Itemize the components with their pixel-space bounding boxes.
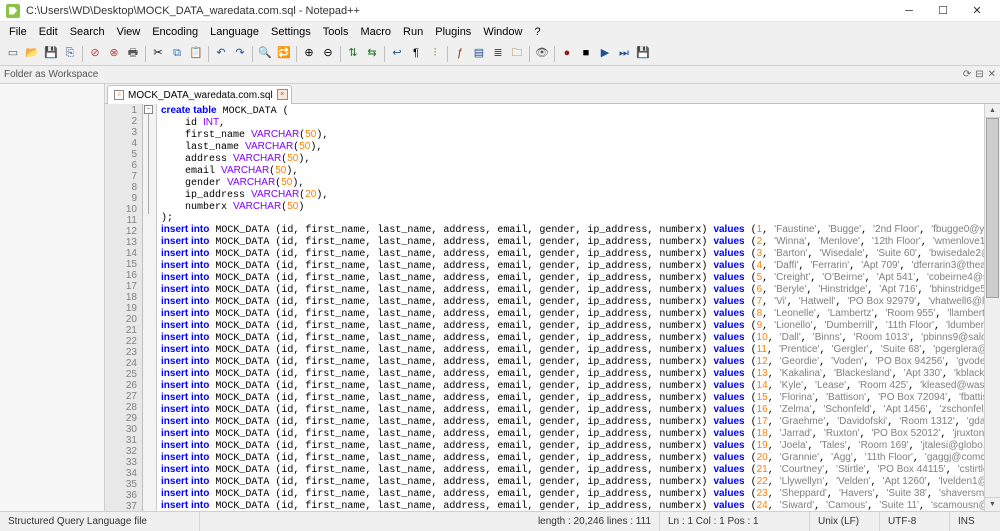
all-chars-icon[interactable]: ¶ [407,45,425,63]
status-caret: Ln : 1 Col : 1 Pos : 1 [660,512,810,531]
menu-file[interactable]: File [4,24,32,40]
lang-icon[interactable]: ƒ [451,45,469,63]
sync-v-icon[interactable]: ⇅ [344,45,362,63]
tab-bar: ≡ MOCK_DATA_waredata.com.sql × [105,84,1000,104]
menu-search[interactable]: Search [65,24,110,40]
workspace-reload-icon[interactable]: ⟳ [963,69,971,80]
copy-icon[interactable]: ⧉ [168,45,186,63]
editor[interactable]: 1234567891011121314151617181920212223242… [105,104,1000,511]
app-icon [6,4,20,18]
status-bar: Structured Query Language file length : … [0,511,1000,531]
scroll-up-icon[interactable]: ▲ [985,104,1000,118]
maximize-button[interactable]: ☐ [926,0,960,22]
open-icon[interactable]: 📂 [23,45,41,63]
scroll-down-icon[interactable]: ▼ [985,497,1000,511]
zoom-in-icon[interactable]: ⊕ [300,45,318,63]
zoom-out-icon[interactable]: ⊖ [319,45,337,63]
play-icon[interactable]: ▶ [596,45,614,63]
menu-encoding[interactable]: Encoding [147,24,203,40]
file-icon: ≡ [114,90,124,100]
new-file-icon[interactable]: ▭ [4,45,22,63]
fold-box-icon[interactable]: − [144,105,153,114]
scrollbar-thumb[interactable] [986,118,999,298]
stop-icon[interactable]: ■ [577,45,595,63]
workspace-sidebar[interactable] [0,84,105,511]
menu-tools[interactable]: Tools [318,24,354,40]
close-all-icon[interactable]: ⊗ [105,45,123,63]
save-all-icon[interactable]: ⎘ [61,45,79,63]
undo-icon[interactable]: ↶ [212,45,230,63]
func-list-icon[interactable]: ≣ [489,45,507,63]
status-encoding[interactable]: UTF-8 [880,512,950,531]
menu-?[interactable]: ? [529,24,545,40]
menu-window[interactable]: Window [478,24,527,40]
play-multi-icon[interactable]: ⏭ [615,45,633,63]
minimize-button[interactable]: ─ [892,0,926,22]
status-lang: Structured Query Language file [0,512,200,531]
wrap-icon[interactable]: ↩ [388,45,406,63]
monitor-icon[interactable]: 👁 [533,45,551,63]
redo-icon[interactable]: ↷ [231,45,249,63]
close-icon[interactable]: ⊘ [86,45,104,63]
title-bar: C:\Users\WD\Desktop\MOCK_DATA_waredata.c… [0,0,1000,22]
status-length: length : 20,246 lines : 111 [530,512,660,531]
menu-language[interactable]: Language [205,24,264,40]
save-macro-icon[interactable]: 💾 [634,45,652,63]
cut-icon[interactable]: ✂ [149,45,167,63]
menu-plugins[interactable]: Plugins [430,24,476,40]
workspace-close-icon[interactable]: ✕ [988,69,996,80]
print-icon[interactable]: 🖶 [124,45,142,63]
menu-macro[interactable]: Macro [355,24,396,40]
doc-map-icon[interactable]: ▤ [470,45,488,63]
paste-icon[interactable]: 📋 [187,45,205,63]
menu-edit[interactable]: Edit [34,24,63,40]
menu-run[interactable]: Run [398,24,428,40]
workspace-collapse-icon[interactable]: ⊟ [975,69,983,80]
menu-settings[interactable]: Settings [266,24,316,40]
fold-line [148,114,149,214]
window-title: C:\Users\WD\Desktop\MOCK_DATA_waredata.c… [26,5,892,17]
code-area[interactable]: create table MOCK_DATA ( id INT, first_n… [157,104,984,511]
tab-close-icon[interactable]: × [277,89,288,100]
menu-view[interactable]: View [112,24,146,40]
sync-h-icon[interactable]: ⇆ [363,45,381,63]
tab-label: MOCK_DATA_waredata.com.sql [128,90,273,101]
save-icon[interactable]: 💾 [42,45,60,63]
workspace-header: Folder as Workspace ⟳ ⊟ ✕ [0,66,1000,84]
workspace-label: Folder as Workspace [4,69,98,80]
status-eol[interactable]: Unix (LF) [810,512,880,531]
close-button[interactable]: ✕ [960,0,994,22]
fold-margin[interactable]: − [143,104,157,511]
vertical-scrollbar[interactable]: ▲ ▼ [984,104,1000,511]
line-gutter: 1234567891011121314151617181920212223242… [105,104,143,511]
indent-guide-icon[interactable]: ⫶ [426,45,444,63]
status-mode[interactable]: INS [950,512,1000,531]
record-icon[interactable]: ● [558,45,576,63]
folder-ws-icon[interactable]: 🗀 [508,45,526,63]
file-tab[interactable]: ≡ MOCK_DATA_waredata.com.sql × [107,85,292,104]
find-icon[interactable]: 🔍 [256,45,274,63]
menu-bar: FileEditSearchViewEncodingLanguageSettin… [0,22,1000,42]
replace-icon[interactable]: 🔁 [275,45,293,63]
toolbar: ▭📂💾⎘⊘⊗🖶✂⧉📋↶↷🔍🔁⊕⊖⇅⇆↩¶⫶ƒ▤≣🗀👁●■▶⏭💾 [0,42,1000,66]
